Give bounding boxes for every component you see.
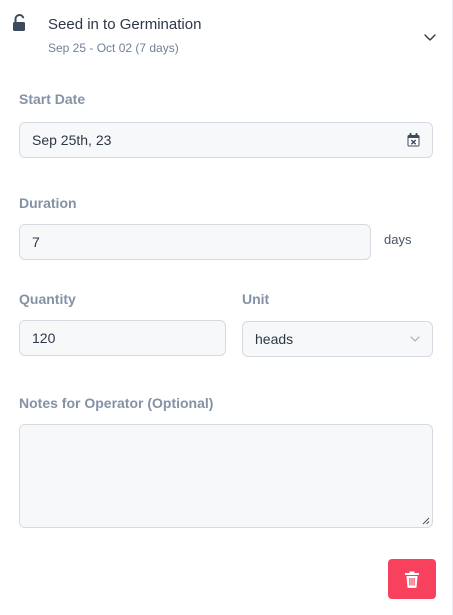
duration-input[interactable]: 7	[19, 224, 371, 260]
lock-open-icon[interactable]	[12, 14, 28, 32]
quantity-input[interactable]: 120	[19, 320, 226, 356]
trash-icon	[405, 571, 419, 588]
chevron-down-icon	[410, 336, 420, 342]
step-panel: Seed in to Germination Sep 25 - Oct 02 (…	[0, 0, 453, 615]
step-date-range: Sep 25 - Oct 02 (7 days)	[48, 41, 179, 55]
chevron-down-icon[interactable]	[423, 30, 437, 44]
start-date-value: Sep 25th, 23	[32, 132, 112, 148]
unit-select[interactable]: heads	[242, 321, 433, 357]
duration-label: Duration	[19, 195, 77, 211]
step-header[interactable]: Seed in to Germination Sep 25 - Oct 02 (…	[0, 0, 452, 66]
resize-handle-icon[interactable]	[422, 517, 430, 525]
notes-textarea[interactable]	[19, 424, 433, 528]
duration-unit: days	[384, 232, 412, 247]
unit-value: heads	[255, 331, 294, 347]
start-date-label: Start Date	[19, 91, 86, 107]
quantity-value: 120	[32, 330, 56, 346]
notes-label: Notes for Operator (Optional)	[19, 395, 214, 411]
step-title: Seed in to Germination	[48, 16, 202, 33]
delete-button[interactable]	[388, 559, 436, 599]
quantity-label: Quantity	[19, 291, 76, 307]
calendar-icon[interactable]	[407, 133, 420, 147]
unit-label: Unit	[242, 291, 270, 307]
duration-value: 7	[32, 234, 40, 250]
start-date-field[interactable]: Sep 25th, 23	[19, 122, 433, 158]
